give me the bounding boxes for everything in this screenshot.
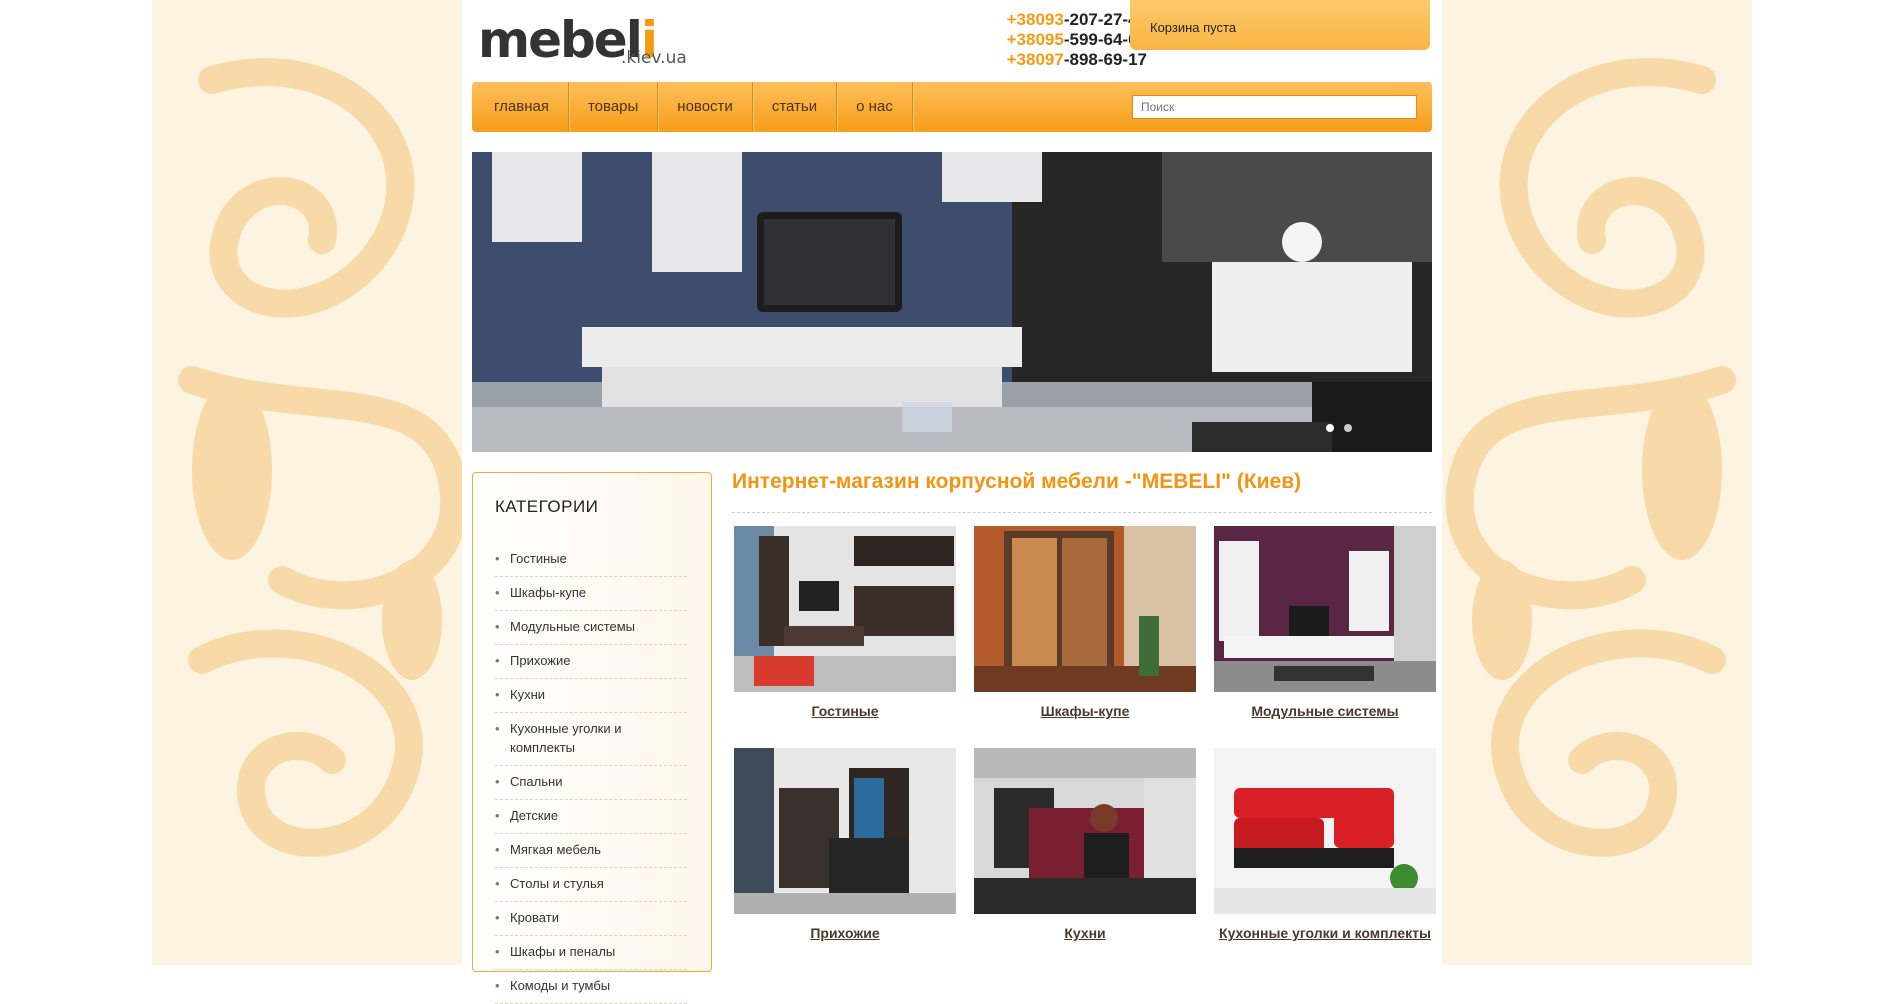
search-input[interactable] — [1132, 95, 1417, 119]
category-item[interactable]: Столы и стулья — [495, 868, 687, 902]
category-item[interactable]: Мягкая мебель — [495, 834, 687, 868]
page-title: Интернет-магазин корпусной мебели -"MEBE… — [732, 470, 1302, 493]
nav-item-about[interactable]: о нас — [837, 82, 913, 132]
nav-item-products[interactable]: товары — [569, 82, 659, 132]
category-list: Гостиные Шкафы-купе Модульные системы Пр… — [495, 543, 687, 1004]
slider-dot[interactable] — [1326, 424, 1334, 432]
category-card-label[interactable]: Гостиные — [734, 703, 956, 719]
category-card[interactable]: Кухни — [974, 748, 1196, 941]
category-card[interactable]: Прихожие — [734, 748, 956, 941]
phone-number: +38095-599-64-05 — [1006, 30, 1147, 49]
hero-image — [472, 152, 1432, 452]
title-divider — [732, 512, 1432, 513]
category-image — [1214, 748, 1436, 914]
ornament-left — [178, 58, 469, 857]
phone-number: +38093-207-27-40 — [1006, 10, 1147, 29]
category-card-label[interactable]: Прихожие — [734, 925, 956, 941]
ornament-right — [1445, 58, 1736, 857]
slider-dot[interactable] — [1344, 424, 1352, 432]
category-item[interactable]: Модульные системы — [495, 611, 687, 645]
main-nav: главная товары новости статьи о нас — [472, 82, 1432, 132]
category-item[interactable]: Спальни — [495, 766, 687, 800]
nav-item-articles[interactable]: статьи — [753, 82, 838, 132]
category-image — [734, 748, 956, 914]
category-item[interactable]: Кровати — [495, 902, 687, 936]
category-item[interactable]: Шкафы-купе — [495, 577, 687, 611]
page-container: mebeli .kiev.ua +38093-207-27-40 +38095-… — [462, 0, 1442, 1004]
logo-domain: .kiev.ua — [621, 48, 687, 68]
category-item[interactable]: Детские — [495, 800, 687, 834]
sidebar-title: КАТЕГОРИИ — [495, 497, 599, 516]
category-card-label[interactable]: Шкафы-купе — [974, 703, 1196, 719]
category-item[interactable]: Кухни — [495, 679, 687, 713]
category-card[interactable]: Гостиные — [734, 526, 956, 719]
nav-item-home[interactable]: главная — [472, 82, 569, 132]
category-image — [1214, 526, 1436, 692]
category-item[interactable]: Прихожие — [495, 645, 687, 679]
category-card-label[interactable]: Модульные системы — [1214, 703, 1436, 719]
category-card[interactable]: Модульные системы — [1214, 526, 1436, 719]
category-image — [734, 526, 956, 692]
category-card[interactable]: Кухонные уголки и комплекты — [1214, 748, 1436, 941]
site-logo[interactable]: mebeli .kiev.ua — [478, 14, 688, 74]
cart-status: Корзина пуста — [1150, 20, 1237, 35]
category-image — [974, 526, 1196, 692]
phone-number: +38097-898-69-17 — [1006, 50, 1147, 69]
category-image — [974, 748, 1196, 914]
category-item[interactable]: Кухонные уголки и комплекты — [495, 713, 687, 766]
nav-item-news[interactable]: новости — [658, 82, 753, 132]
category-card-label[interactable]: Кухонные уголки и комплекты — [1214, 925, 1436, 941]
category-card[interactable]: Шкафы-купе — [974, 526, 1196, 719]
cart-panel[interactable]: Корзина пуста — [1130, 0, 1430, 50]
category-item[interactable]: Гостиные — [495, 543, 687, 577]
phone-list: +38093-207-27-40 +38095-599-64-05 +38097… — [967, 10, 1147, 70]
category-sidebar: КАТЕГОРИИ Гостиные Шкафы-купе Модульные … — [472, 472, 712, 1004]
hero-slider[interactable] — [472, 152, 1432, 452]
category-item[interactable]: Комоды и тумбы — [495, 970, 687, 1004]
slider-dots — [1326, 424, 1352, 432]
category-card-label[interactable]: Кухни — [974, 925, 1196, 941]
